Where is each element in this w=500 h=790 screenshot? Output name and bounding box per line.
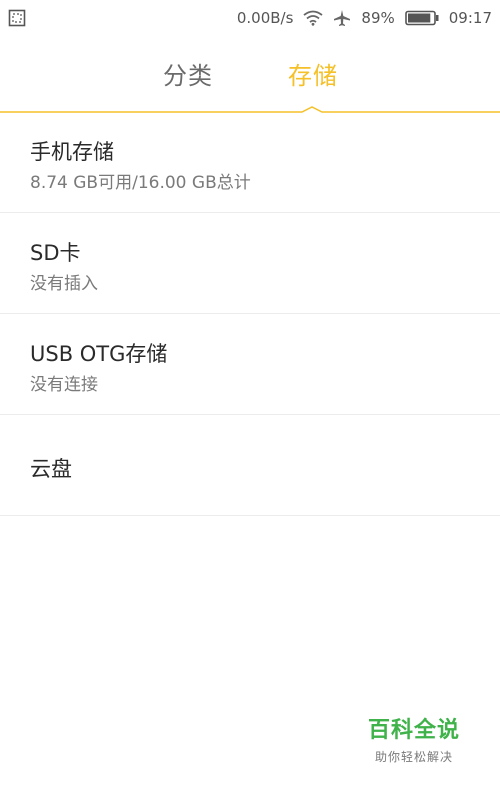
network-speed: 0.00B/s xyxy=(236,9,294,27)
storage-item-subtitle: 8.74 GB可用/16.00 GB总计 xyxy=(30,173,251,193)
watermark-subtitle: 助你轻松解决 xyxy=(374,750,453,764)
watermark-title: 百科全说 xyxy=(367,718,460,743)
tab-storage[interactable]: 存储 xyxy=(288,56,338,91)
storage-item-title: SD卡 xyxy=(30,241,81,265)
file-manager-screen: 0.00B/s 89% 09:17 分类 存储 手机存储 8.74 GB可用/1… xyxy=(0,0,500,790)
storage-item-subtitle: 没有插入 xyxy=(30,274,98,294)
storage-item-sd-card[interactable]: SD卡 没有插入 xyxy=(0,213,500,314)
storage-item-title: USB OTG存储 xyxy=(30,342,168,366)
status-bar: 0.00B/s 89% 09:17 xyxy=(0,0,500,36)
storage-item-cloud-drive[interactable]: 云盘 xyxy=(0,415,500,516)
storage-list: 手机存储 8.74 GB可用/16.00 GB总计 SD卡 没有插入 USB O… xyxy=(0,112,500,516)
storage-item-title: 云盘 xyxy=(30,457,72,481)
clock: 09:17 xyxy=(448,9,492,27)
battery-icon xyxy=(404,10,439,26)
airplane-icon xyxy=(333,9,351,27)
wifi-icon xyxy=(303,10,323,26)
watermark-logo: 百科全说 助你轻松解决 xyxy=(368,712,460,765)
storage-item-usb-otg[interactable]: USB OTG存储 没有连接 xyxy=(0,314,500,415)
storage-item-title: 手机存储 xyxy=(30,140,114,164)
screenshot-icon xyxy=(8,9,26,27)
battery-percent: 89% xyxy=(361,9,395,27)
tab-bar: 分类 存储 xyxy=(0,48,500,113)
storage-item-subtitle: 没有连接 xyxy=(30,375,98,395)
storage-item-phone[interactable]: 手机存储 8.74 GB可用/16.00 GB总计 xyxy=(0,112,500,213)
tab-categories[interactable]: 分类 xyxy=(163,56,213,91)
